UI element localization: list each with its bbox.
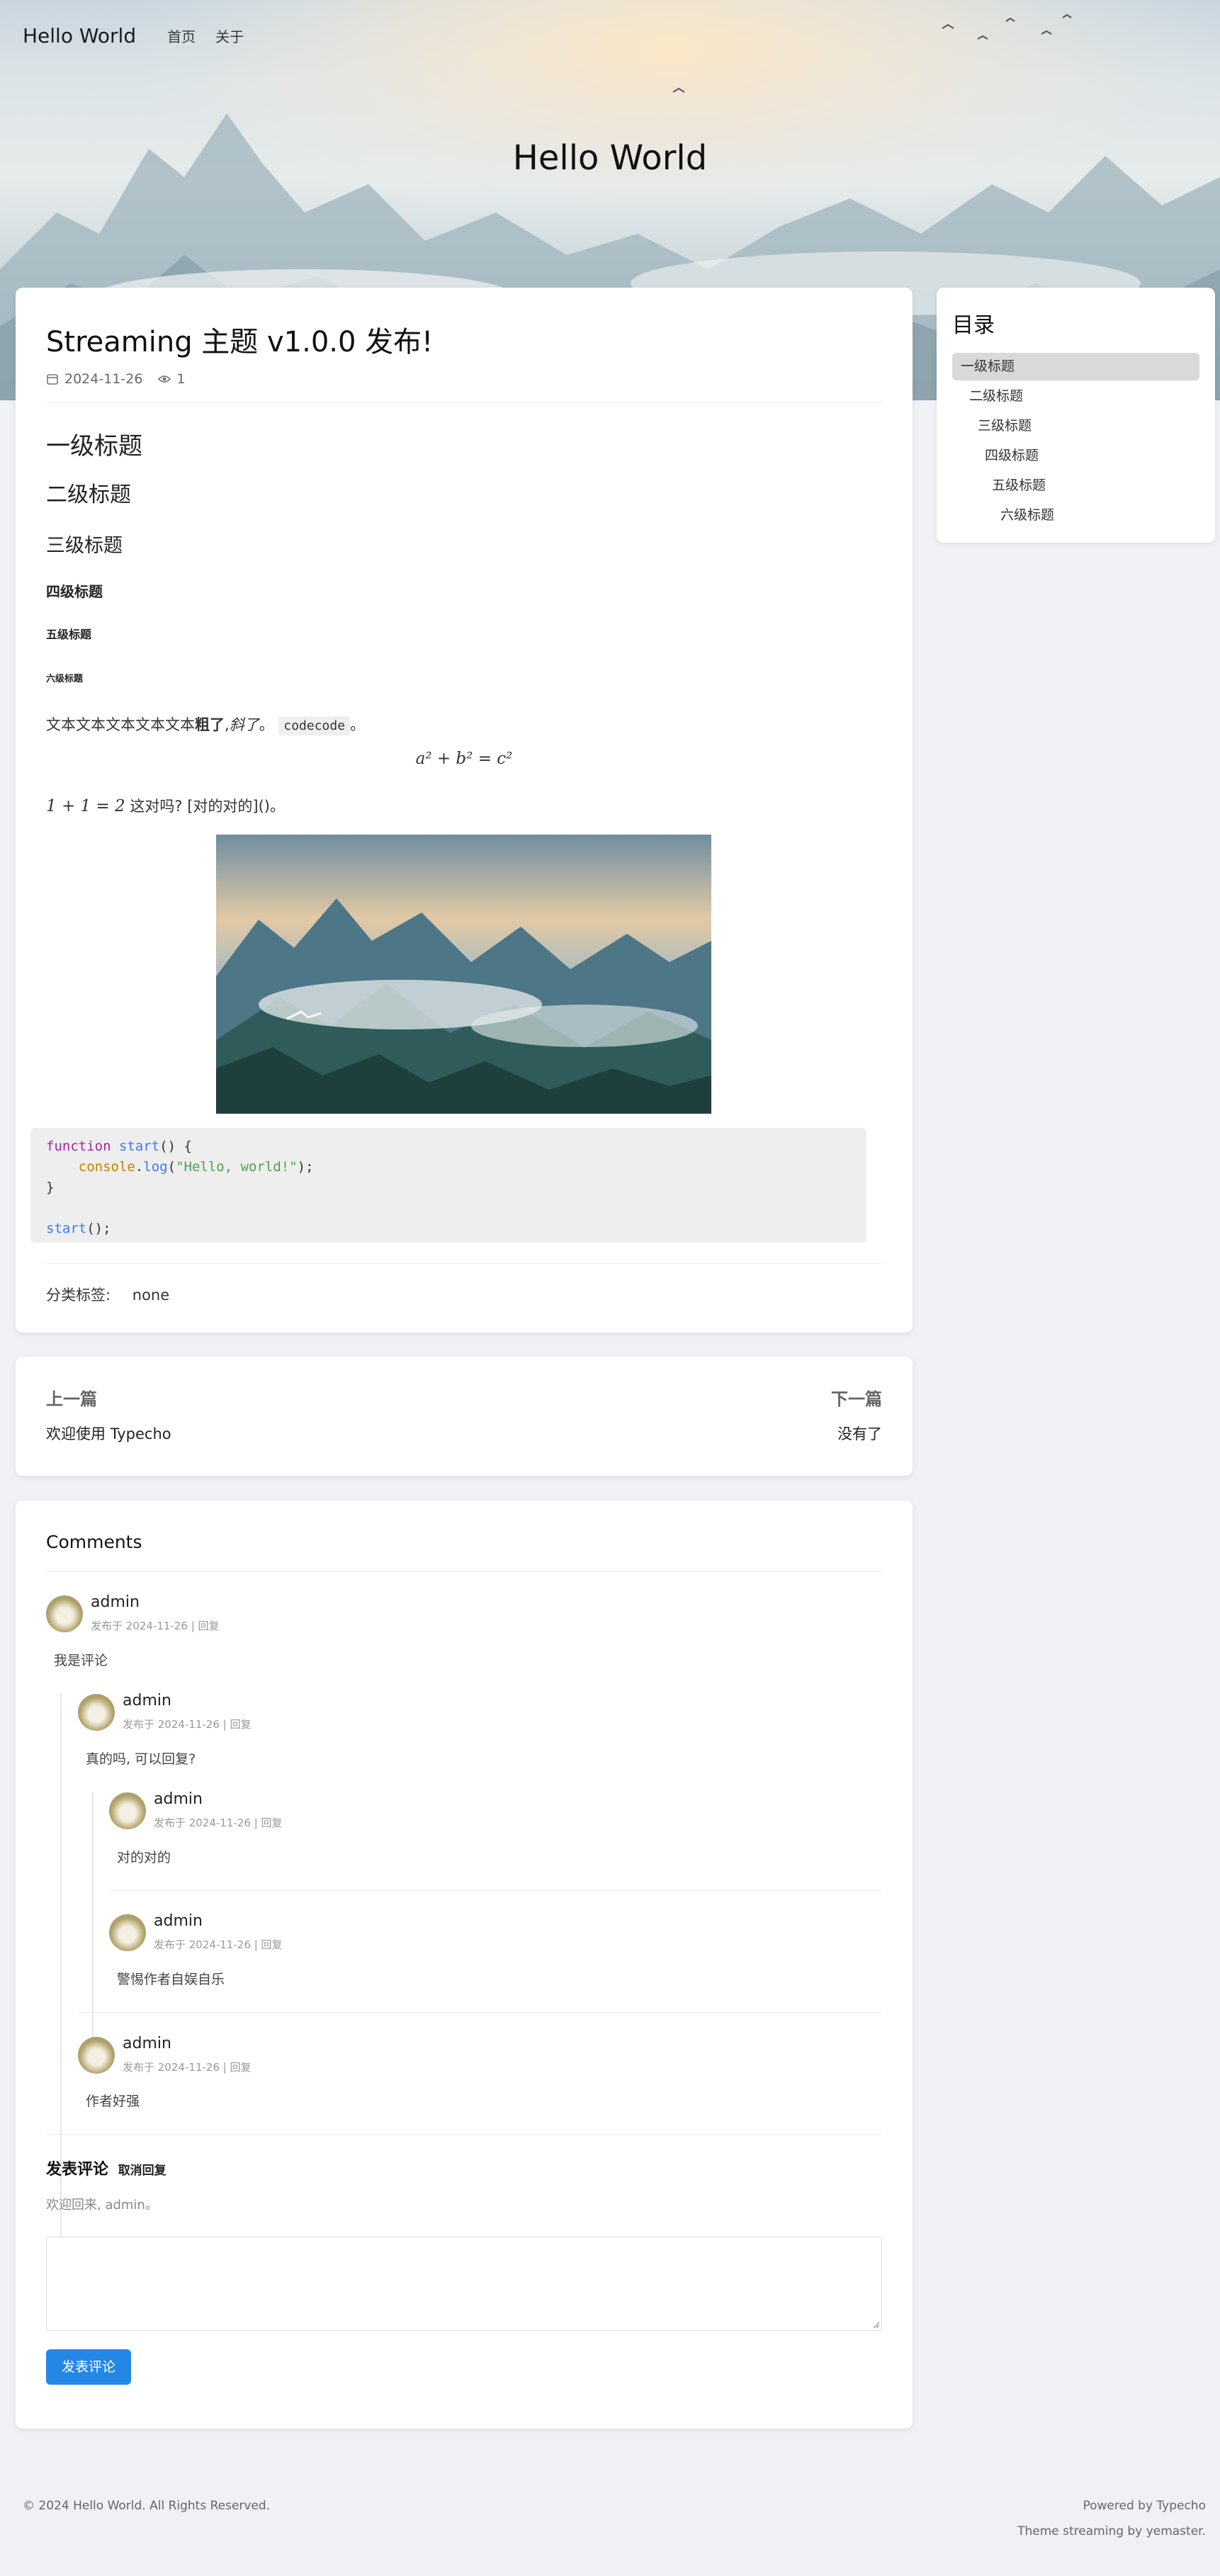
form-title-text: 发表评论 (46, 2161, 109, 2179)
avatar (46, 1595, 83, 1632)
prev-post-link[interactable]: 欢迎使用 Typecho (46, 1423, 171, 1444)
prev-label: 上一篇 (46, 1389, 97, 1409)
paragraph-comma: , (225, 716, 230, 733)
code-keyword: function (46, 1139, 111, 1154)
comment-meta[interactable]: 发布于 2024-11-26 | 回复 (154, 1815, 283, 1830)
title-divider (46, 402, 882, 403)
comment-text: 警惕作者自娱自乐 (117, 1972, 225, 1987)
heading-level-2: 二级标题 (46, 482, 131, 507)
code-text: ( (167, 1159, 176, 1175)
math-paragraph: 1 + 1 = 2 这对吗? [对的对的]()。 (46, 795, 285, 816)
toc-item-h2[interactable]: 二级标题 (952, 383, 1199, 410)
heading-level-3: 三级标题 (46, 535, 123, 557)
code-function-name: start (118, 1139, 160, 1154)
comments-card: Comments admin 发布于 2024-11-26 | 回复 我是评论 … (16, 1501, 913, 2429)
toc-item-h5[interactable]: 五级标题 (952, 472, 1199, 499)
comment-text: 真的吗, 可以回复? (86, 1751, 196, 1767)
comment-meta[interactable]: 发布于 2024-11-26 | 回复 (154, 1937, 283, 1952)
heading-level-1: 一级标题 (46, 432, 142, 461)
paragraph-bold-text: 粗了 (195, 716, 225, 733)
paragraph-period: 。 (259, 716, 274, 733)
comment-author[interactable]: admin (91, 1593, 140, 1611)
post-views: 1 (176, 371, 186, 387)
tag-link[interactable]: none (132, 1287, 169, 1304)
toc-item-h1[interactable]: 一级标题 (952, 353, 1199, 380)
body-paragraph: 文本文本文本文本文本粗了,斜了。 codecode。 (46, 713, 365, 735)
comment-textarea[interactable] (46, 2237, 882, 2331)
next-label: 下一篇 (831, 1389, 882, 1409)
tags-label: 分类标签: (46, 1287, 111, 1304)
article-landscape-image (216, 835, 711, 1114)
eye-icon (158, 375, 171, 383)
heading-level-5: 五级标题 (46, 628, 92, 641)
toc-item-h4[interactable]: 四级标题 (952, 442, 1199, 470)
toc-item-h3[interactable]: 三级标题 (952, 412, 1199, 440)
welcome-text: 欢迎回来, admin。 (46, 2198, 158, 2213)
heading-level-6: 六级标题 (46, 674, 84, 684)
code-function-call: start (46, 1221, 87, 1236)
heading-level-4: 四级标题 (46, 583, 103, 600)
tags-divider (46, 1263, 882, 1264)
comment-text: 对的对的 (117, 1850, 171, 1865)
post-title: Streaming 主题 v1.0.0 发布! (46, 326, 434, 358)
code-text: } (46, 1180, 55, 1195)
comment-form-title: 发表评论 取消回复 (46, 2157, 166, 2179)
code-object: console (78, 1159, 135, 1175)
comment-text: 我是评论 (54, 1653, 108, 1668)
code-text: . (135, 1159, 144, 1175)
inline-formula: 1 + 1 = 2 (46, 797, 125, 815)
post-tags: 分类标签: none (46, 1284, 169, 1305)
calendar-icon (47, 374, 58, 385)
nav-link-about[interactable]: 关于 (215, 26, 244, 46)
display-formula: a² + b² = c² (415, 750, 513, 768)
post-date: 2024-11-26 (64, 371, 143, 387)
top-navbar: Hello World 首页 关于 (23, 21, 264, 50)
nav-link-home[interactable]: 首页 (167, 26, 196, 46)
math-paragraph-text: 这对吗? [对的对的]()。 (130, 798, 285, 815)
comments-heading: Comments (46, 1532, 142, 1552)
hero-title: Hello World (512, 138, 708, 178)
avatar (78, 2037, 115, 2074)
comment-divider (78, 2012, 882, 2013)
comment-author[interactable]: admin (154, 1790, 203, 1808)
comment-author[interactable]: admin (123, 1692, 171, 1710)
avatar (109, 1792, 146, 1829)
toc-title: 目录 (952, 313, 995, 338)
code-block: function start() { console.log("Hello, w… (30, 1128, 866, 1243)
comment-author[interactable]: admin (154, 1912, 203, 1930)
footer-copyright: © 2024 Hello World. All Rights Reserved. (23, 2499, 271, 2513)
comment-meta[interactable]: 发布于 2024-11-26 | 回复 (123, 2060, 252, 2074)
resize-handle-icon[interactable] (871, 2320, 880, 2329)
code-text: ); (297, 1159, 314, 1175)
post-meta: 2024-11-26 1 (46, 371, 882, 387)
code-method: log (143, 1159, 168, 1175)
comment-divider (109, 1890, 881, 1891)
code-text: () { (159, 1139, 192, 1154)
toc-card: 目录 一级标题 二级标题 三级标题 四级标题 五级标题 六级标题 (937, 288, 1215, 543)
inline-code: codecode (278, 716, 351, 735)
avatar (109, 1914, 146, 1951)
paragraph-italic-text: 斜了 (229, 716, 259, 733)
form-divider (46, 2134, 882, 2135)
code-string: "Hello, world!" (176, 1159, 298, 1175)
avatar (78, 1694, 115, 1731)
comment-author[interactable]: admin (123, 2035, 171, 2052)
comment-meta[interactable]: 发布于 2024-11-26 | 回复 (91, 1618, 220, 1633)
footer-powered[interactable]: Powered by Typecho (1083, 2499, 1206, 2513)
comment-text: 作者好强 (86, 2094, 140, 2109)
footer-theme[interactable]: Theme streaming by yemaster. (1017, 2524, 1206, 2538)
post-navigation: 上一篇 欢迎使用 Typecho 下一篇 没有了 (16, 1357, 913, 1476)
code-text: (); (86, 1221, 111, 1236)
thread-line (92, 1792, 94, 2072)
submit-comment-button[interactable]: 发表评论 (46, 2349, 131, 2385)
comment-meta[interactable]: 发布于 2024-11-26 | 回复 (123, 1717, 252, 1732)
paragraph-plain-text: 文本文本文本文本文本 (46, 716, 195, 733)
paragraph-end: 。 (350, 716, 366, 733)
comments-divider (46, 1571, 882, 1572)
cancel-reply-link[interactable]: 取消回复 (118, 2164, 166, 2178)
next-post-link[interactable]: 没有了 (837, 1423, 882, 1444)
toc-item-h6[interactable]: 六级标题 (952, 502, 1199, 529)
brand-link[interactable]: Hello World (23, 24, 136, 47)
